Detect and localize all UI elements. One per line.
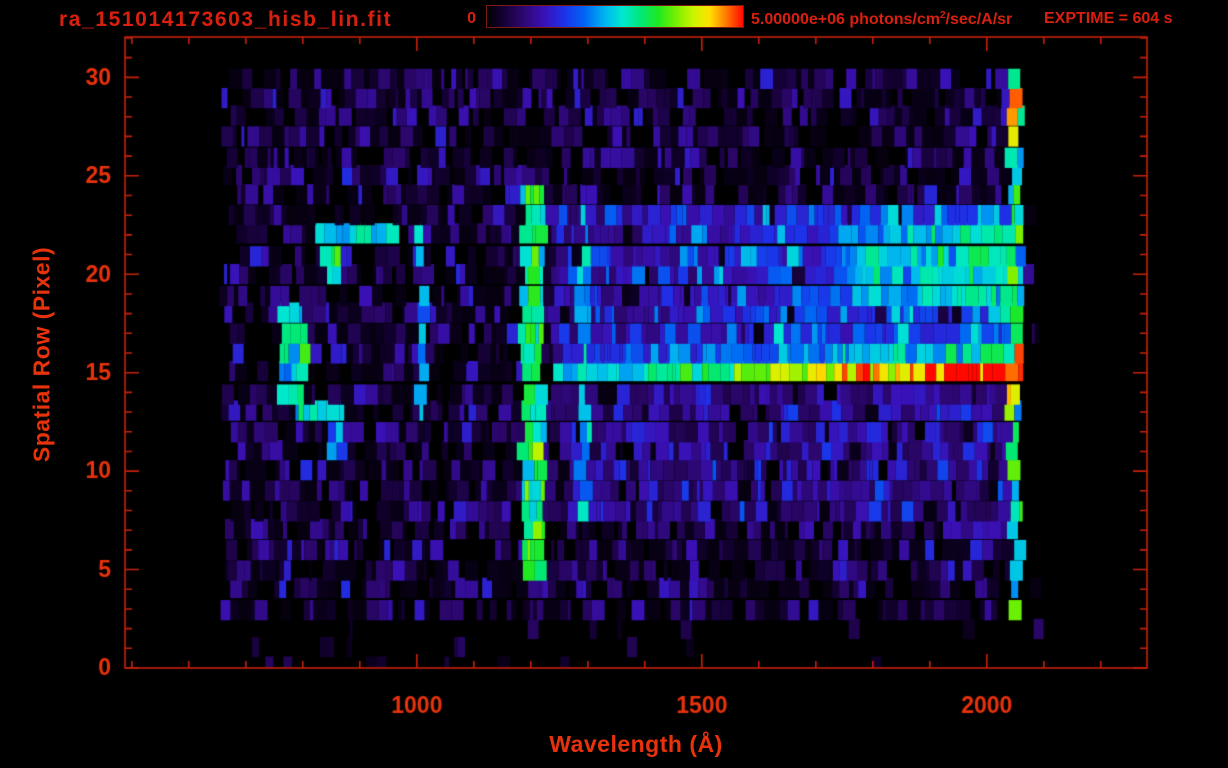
- colorbar-min-label: 0: [467, 10, 476, 27]
- colorbar-max-value: 5.00000e+06 photons/cm: [751, 11, 940, 28]
- exptime-label: EXPTIME = 604 s: [1044, 10, 1173, 27]
- colorbar-max-label: 5.00000e+06 photons/cm2/sec/A/sr: [751, 10, 1012, 29]
- colorbar: [486, 5, 744, 28]
- colorbar-units-post: /sec/A/sr: [945, 11, 1013, 28]
- x-axis-title: Wavelength (Å): [549, 731, 723, 757]
- y-axis-title: Spatial Row (Pixel): [28, 246, 55, 463]
- spectral-heatmap-canvas: [0, 0, 1228, 768]
- spectral-viewer-window: ra_151014173603_hisb_lin.fit 0 5.00000e+…: [0, 0, 1228, 768]
- file-title: ra_151014173603_hisb_lin.fit: [59, 8, 393, 31]
